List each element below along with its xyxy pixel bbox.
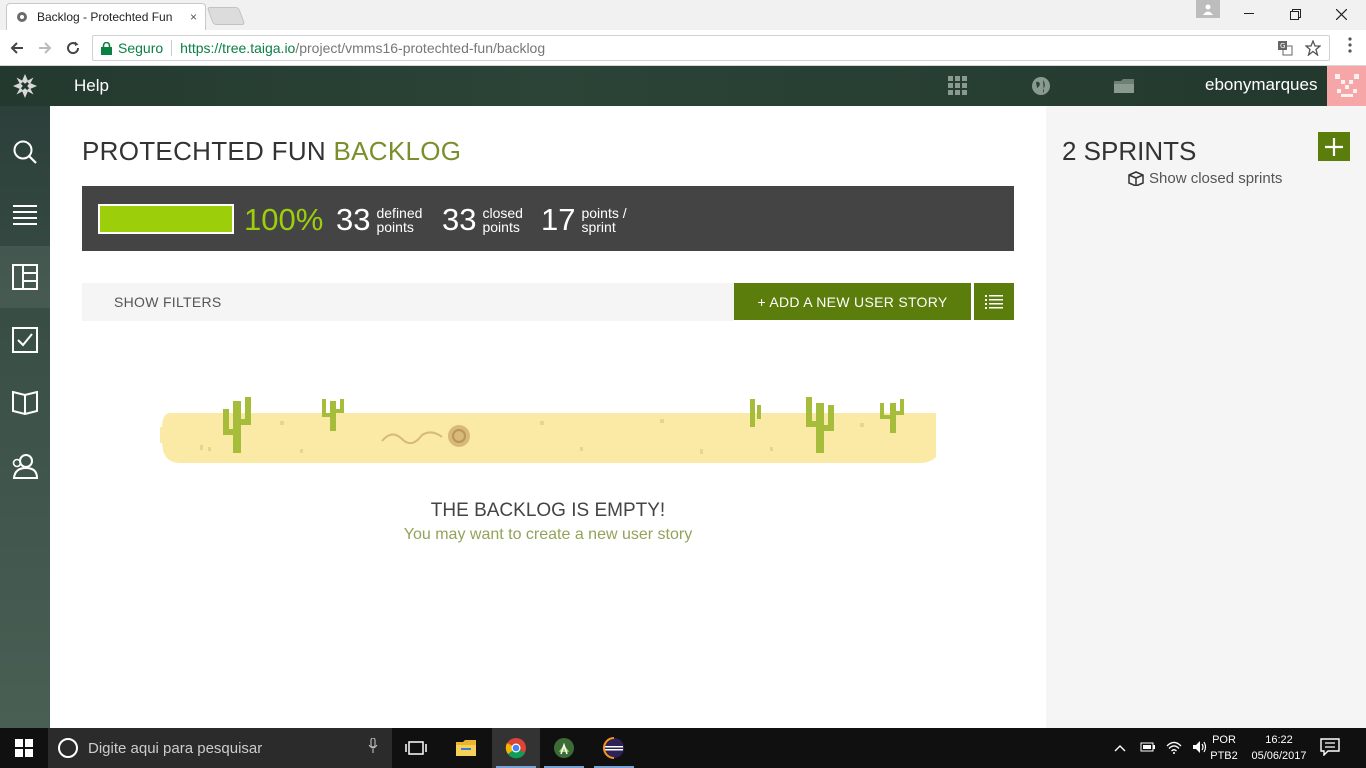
eclipse-icon[interactable] — [590, 728, 638, 768]
browser-menu-icon[interactable] — [1342, 36, 1358, 60]
empty-desert-illustration — [160, 397, 936, 463]
page-title: PROTECHTED FUN BACKLOG — [82, 136, 461, 167]
add-sprint-button[interactable] — [1318, 132, 1350, 161]
browser-toolbar: Seguro https://tree.taiga.io /project/vm… — [0, 30, 1366, 66]
help-link[interactable]: Help — [74, 76, 109, 96]
username[interactable]: ebonymarques — [1205, 75, 1317, 95]
defined-points-value: 33 — [336, 202, 371, 237]
backlog-icon[interactable] — [0, 184, 50, 246]
lock-icon — [101, 41, 112, 55]
clock-date: 05/06/2017 — [1251, 750, 1307, 762]
wifi-icon[interactable] — [1166, 740, 1182, 757]
battery-icon[interactable] — [1140, 741, 1156, 756]
apps-grid-icon[interactable] — [947, 75, 969, 97]
windows-start-icon[interactable] — [0, 728, 48, 768]
filter-bar: SHOW FILTERS — [82, 283, 734, 321]
sprint-points-stat: 17 points / sprint — [541, 202, 627, 238]
bookmark-star-icon[interactable] — [1304, 39, 1322, 59]
volume-icon[interactable] — [1192, 740, 1208, 757]
svg-text:G: G — [1280, 42, 1285, 50]
empty-backlog-title: THE BACKLOG IS EMPTY! — [430, 500, 666, 521]
new-tab-button[interactable] — [206, 7, 246, 25]
browser-tab[interactable]: Backlog - Protechted Fun × — [6, 3, 206, 30]
restore-icon[interactable] — [1272, 0, 1318, 28]
taiga-logo-icon[interactable] — [0, 66, 50, 106]
secure-label: Seguro — [118, 40, 164, 56]
section-name: BACKLOG — [333, 136, 462, 166]
globe-icon[interactable] — [1030, 75, 1052, 97]
taskbar-search[interactable]: Digite aqui para pesquisar — [48, 728, 392, 768]
show-closed-sprints-link[interactable]: Show closed sprints — [1128, 170, 1282, 187]
closed-points-value: 33 — [442, 202, 477, 237]
back-arrow-icon[interactable] — [6, 37, 28, 59]
action-center-icon[interactable] — [1320, 738, 1344, 758]
chrome-icon[interactable] — [492, 728, 540, 768]
defined-points-stat: 33 defined points — [336, 202, 422, 238]
translate-icon[interactable]: G — [1277, 40, 1293, 59]
search-icon[interactable] — [0, 121, 50, 183]
reload-icon[interactable] — [62, 37, 84, 59]
windows-taskbar: Digite aqui para pesquisar POR PTB2 16:2… — [0, 728, 1366, 768]
taskbar-clock[interactable]: 16:22 05/06/2017 — [1246, 732, 1312, 764]
url-path: /project/vmms16-protechted-fun/backlog — [295, 40, 546, 56]
closed-points-stat: 33 closed points — [442, 202, 523, 238]
closed-points-label: closed points — [482, 205, 523, 235]
close-window-icon[interactable] — [1318, 0, 1364, 28]
android-studio-icon[interactable] — [540, 728, 588, 768]
taiga-favicon-icon — [15, 10, 29, 24]
sprints-title: 2 SPRINTS — [1062, 136, 1197, 166]
backlog-main: PROTECHTED FUN BACKLOG 100% 33 defined po… — [50, 106, 1046, 728]
progress-fill — [100, 206, 232, 232]
folder-icon[interactable] — [1113, 75, 1135, 97]
archive-box-icon — [1128, 171, 1144, 186]
empty-backlog-subtitle: You may want to create a new user story — [403, 526, 693, 543]
sprint-points-label: points / sprint — [581, 205, 627, 235]
browser-tabstrip: Backlog - Protechted Fun × — [0, 0, 1366, 30]
microphone-icon[interactable] — [368, 737, 378, 759]
avatar[interactable] — [1327, 66, 1366, 106]
sprints-panel: 2 SPRINTS Show closed sprints — [1046, 106, 1366, 728]
progress-bar — [98, 204, 234, 234]
omnibox-separator — [171, 40, 173, 56]
team-icon[interactable] — [0, 435, 50, 497]
tab-title: Backlog - Protechted Fun — [37, 10, 173, 24]
clock-time: 16:22 — [1265, 734, 1293, 746]
system-tray — [1114, 728, 1208, 768]
cortana-icon — [58, 738, 78, 758]
minimize-icon[interactable] — [1226, 0, 1272, 28]
task-view-icon[interactable] — [392, 728, 440, 768]
input-language[interactable]: POR PTB2 — [1208, 732, 1240, 764]
kanban-icon[interactable] — [0, 246, 50, 308]
wiki-icon[interactable] — [0, 372, 50, 434]
issues-icon[interactable] — [0, 309, 50, 371]
taskbar-search-placeholder: Digite aqui para pesquisar — [88, 739, 263, 757]
forward-arrow-icon[interactable] — [34, 37, 56, 59]
project-name: PROTECHTED FUN — [82, 136, 326, 166]
profile-icon[interactable] — [1196, 0, 1220, 18]
show-filters-button[interactable]: SHOW FILTERS — [114, 294, 222, 310]
defined-points-label: defined points — [376, 205, 423, 235]
backlog-summary: 100% 33 defined points 33 closed points 17… — [82, 186, 1014, 251]
sprint-points-value: 17 — [541, 202, 576, 237]
url-host: https://tree.taiga.io — [180, 40, 296, 56]
top-navigation: Help ebonymarques — [0, 66, 1366, 106]
project-sidebar — [0, 106, 50, 728]
progress-percent: 100% — [244, 202, 324, 237]
address-bar[interactable]: Seguro https://tree.taiga.io /project/vm… — [92, 35, 1330, 61]
bulk-add-list-icon[interactable] — [974, 283, 1014, 320]
show-closed-sprints-label: Show closed sprints — [1149, 170, 1283, 187]
file-explorer-icon[interactable] — [442, 728, 490, 768]
add-user-story-button[interactable]: + ADD A NEW USER STORY — [734, 283, 971, 320]
show-hidden-icons[interactable] — [1114, 741, 1126, 755]
tab-close-icon[interactable]: × — [190, 10, 197, 24]
